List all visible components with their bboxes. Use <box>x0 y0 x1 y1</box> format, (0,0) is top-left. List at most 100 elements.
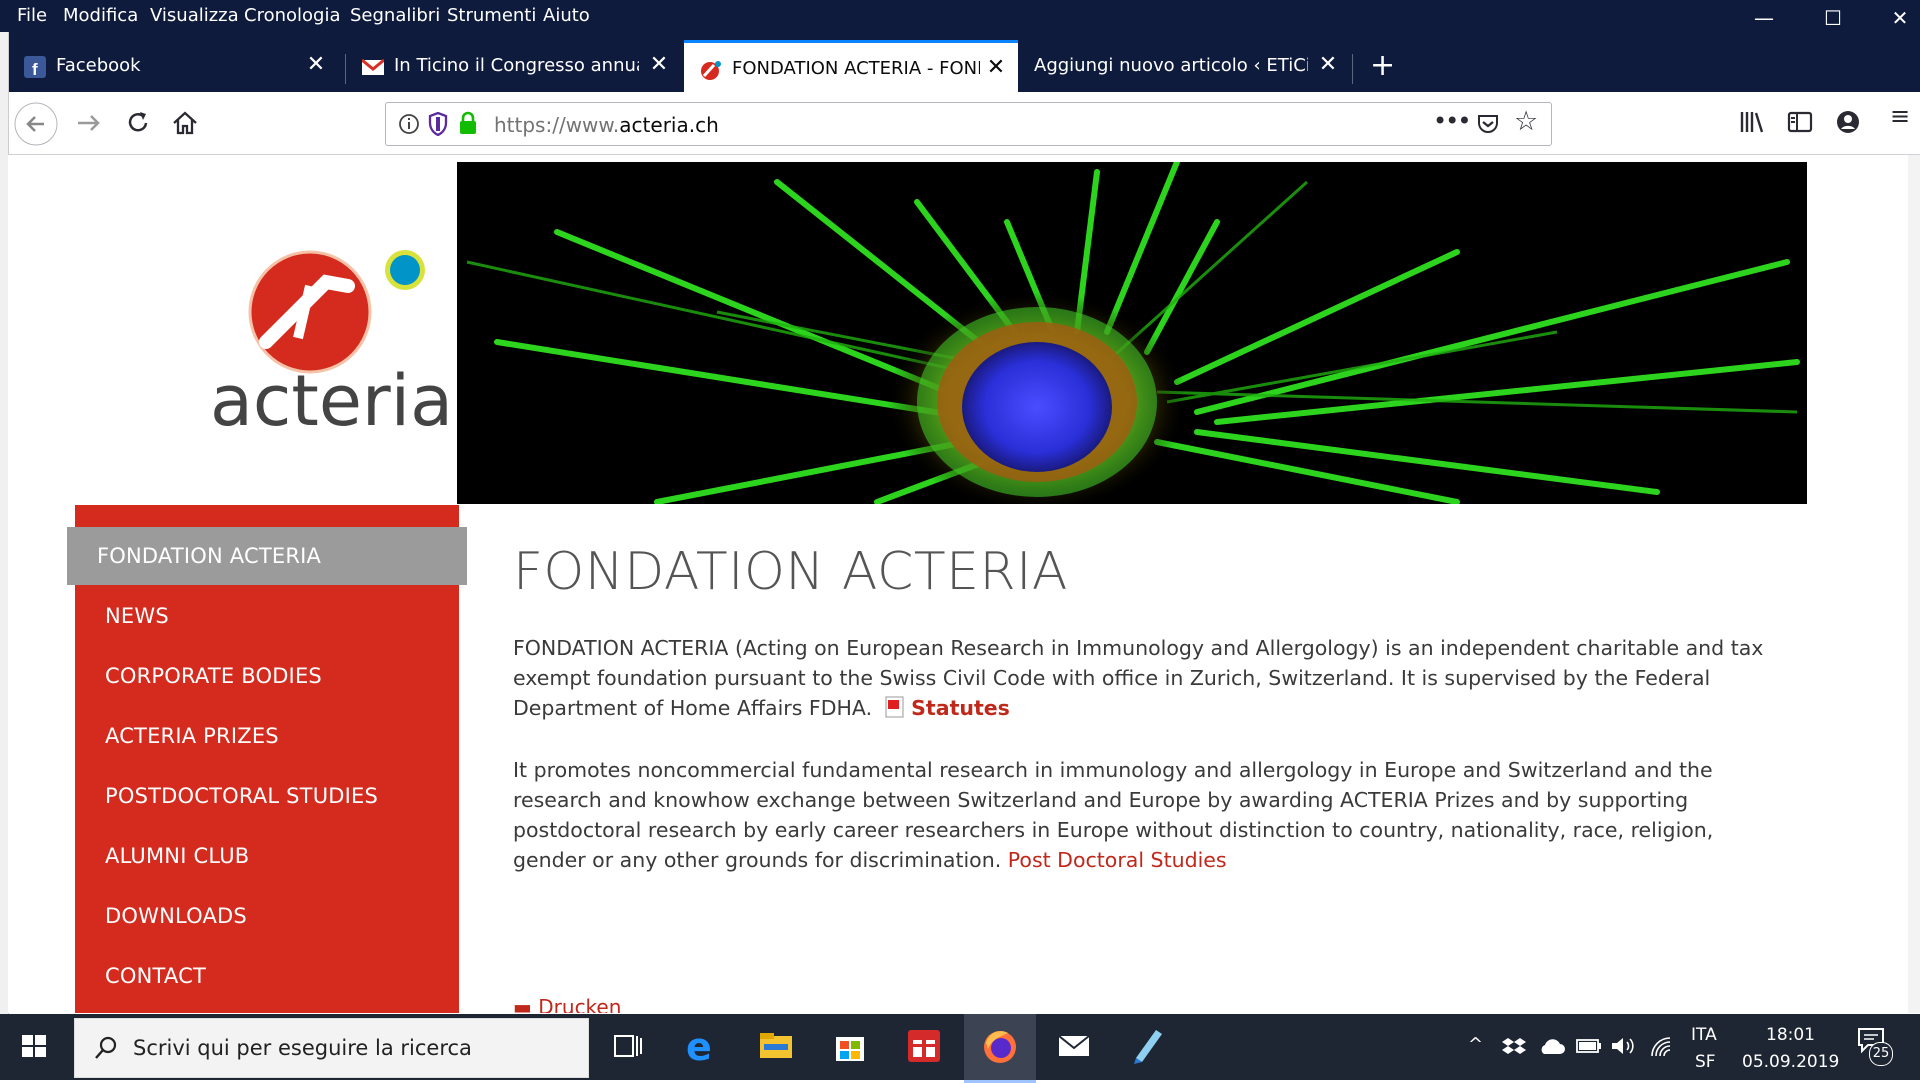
sidebar-item-label: FONDATION ACTERIA <box>97 544 322 568</box>
clock-time[interactable]: 18:01 <box>1766 1025 1815 1045</box>
library-icon[interactable] <box>1738 108 1766 136</box>
sidebar-item-alumni-club[interactable]: ALUMNI CLUB <box>105 844 249 868</box>
menu-modifica[interactable]: Modifica <box>63 5 138 26</box>
wifi-icon[interactable] <box>1648 1034 1674 1058</box>
minimize-button[interactable]: — <box>1744 6 1784 30</box>
search-icon <box>95 1036 117 1059</box>
home-icon[interactable] <box>170 108 200 138</box>
banner-cell-image <box>457 162 1807 504</box>
close-tab-icon[interactable]: ✕ <box>984 55 1008 80</box>
intro-paragraph: FONDATION ACTERIA (Acting on European Re… <box>513 633 1778 723</box>
close-window-button[interactable]: ✕ <box>1880 6 1920 30</box>
menu-bar: File Modifica Visualizza Cronologia Segn… <box>0 0 1920 32</box>
acteria-logo[interactable]: acteria <box>198 230 458 442</box>
microsoft-store-icon[interactable] <box>828 1024 872 1068</box>
search-placeholder: Scrivi qui per eseguire la ricerca <box>133 1036 472 1060</box>
gmail-icon <box>362 58 384 75</box>
url-text[interactable]: https://www.acteria.ch <box>494 113 719 137</box>
menu-file[interactable]: File <box>17 5 47 26</box>
tab-gmail[interactable]: In Ticino il Congresso annuale d ✕ <box>346 40 681 92</box>
volume-icon[interactable] <box>1610 1034 1636 1058</box>
navigation-toolbar: https://www.acteria.ch ••• ☆ ≡ <box>0 92 1920 155</box>
lock-icon <box>460 111 476 134</box>
gift-app-icon[interactable] <box>902 1024 946 1068</box>
input-language[interactable]: ITA <box>1691 1025 1717 1045</box>
url-bar[interactable]: https://www.acteria.ch ••• ☆ <box>385 102 1552 146</box>
new-tab-button[interactable]: + <box>1370 48 1395 83</box>
tab-label: Facebook <box>56 55 141 76</box>
tab-separator <box>1352 54 1353 84</box>
reload-icon[interactable] <box>123 108 153 138</box>
sidebar-item-contact[interactable]: CONTACT <box>105 964 206 988</box>
sidebar-item-downloads[interactable]: DOWNLOADS <box>105 904 247 928</box>
menu-aiuto[interactable]: Aiuto <box>543 5 590 26</box>
sidebar-item-fondation-acteria[interactable]: FONDATION ACTERIA <box>67 527 467 585</box>
taskbar-search-box[interactable]: Scrivi qui per eseguire la ricerca <box>74 1018 589 1078</box>
statutes-link[interactable]: Statutes <box>911 696 1010 720</box>
clock-date[interactable]: 05.09.2019 <box>1742 1052 1839 1072</box>
acteria-logo-mark: acteria <box>210 250 453 442</box>
tab-label: Aggiungi nuovo articolo ‹ ETiCinfor <box>1034 55 1308 76</box>
sidebar-item-corporate-bodies[interactable]: CORPORATE BODIES <box>105 664 322 688</box>
page-title: FONDATION ACTERIA <box>513 542 1068 602</box>
account-icon[interactable] <box>1834 108 1862 136</box>
file-explorer-icon[interactable] <box>754 1024 798 1068</box>
svg-text:f: f <box>32 60 38 78</box>
forward-button[interactable] <box>74 108 104 138</box>
web-page: acteria FONDATION ACTERIA NEWS CORPORATE… <box>8 155 1908 1013</box>
facebook-icon: f <box>24 56 46 78</box>
close-tab-icon[interactable]: ✕ <box>1316 52 1340 77</box>
post-doctoral-studies-link[interactable]: Post Doctoral Studies <box>1008 848 1227 872</box>
battery-icon[interactable] <box>1576 1038 1602 1054</box>
firefox-icon <box>984 1031 1016 1063</box>
hamburger-menu-icon[interactable]: ≡ <box>1890 102 1910 130</box>
tab-facebook[interactable]: f Facebook ✕ <box>8 40 338 92</box>
sidebar-toggle-icon[interactable] <box>1786 108 1814 136</box>
edge-browser-icon[interactable]: e <box>680 1024 724 1068</box>
tab-label: FONDATION ACTERIA - FONDA <box>732 58 980 79</box>
sidebar-item-acteria-prizes[interactable]: ACTERIA PRIZES <box>105 724 279 748</box>
windows-start-icon[interactable] <box>14 1026 54 1066</box>
tab-wordpress[interactable]: Aggiungi nuovo articolo ‹ ETiCinfor ✕ <box>1020 40 1350 92</box>
sidebar-item-news[interactable]: NEWS <box>105 604 169 628</box>
svg-text:e: e <box>686 1025 712 1068</box>
tab-acteria[interactable]: FONDATION ACTERIA - FONDA ✕ <box>684 40 1018 95</box>
mail-app-icon[interactable] <box>1052 1024 1096 1068</box>
bookmark-star-icon[interactable]: ☆ <box>1514 106 1538 137</box>
print-label: Drucken <box>538 995 622 1013</box>
page-scrollbar[interactable] <box>1908 155 1920 1013</box>
mission-paragraph: It promotes noncommercial fundamental re… <box>513 755 1778 875</box>
menu-visualizza[interactable]: Visualizza <box>150 5 239 26</box>
svg-text:acteria: acteria <box>210 360 453 430</box>
back-button[interactable] <box>14 102 58 146</box>
onedrive-cloud-icon[interactable] <box>1538 1036 1566 1056</box>
keyboard-layout[interactable]: SF <box>1695 1052 1716 1072</box>
task-view-icon[interactable] <box>606 1024 650 1068</box>
pdf-icon <box>885 696 904 718</box>
intro-text: FONDATION ACTERIA (Acting on European Re… <box>513 636 1764 720</box>
print-link[interactable]: ▬ Drucken <box>513 995 621 1013</box>
show-hidden-icons-chevron[interactable]: ^ <box>1468 1034 1483 1055</box>
sidebar-nav: FONDATION ACTERIA NEWS CORPORATE BODIES … <box>67 505 467 1013</box>
menu-segnalibri[interactable]: Segnalibri <box>350 5 440 26</box>
tab-label: In Ticino il Congresso annuale d <box>394 55 639 76</box>
action-center-button[interactable]: 25 <box>1856 1026 1893 1066</box>
page-actions-icon[interactable]: ••• <box>1433 107 1471 135</box>
notes-app-icon[interactable] <box>1126 1024 1170 1068</box>
info-icon[interactable] <box>398 113 420 135</box>
menu-strumenti[interactable]: Strumenti <box>447 5 536 26</box>
windows-taskbar: Scrivi qui per eseguire la ricerca e ^ I… <box>0 1014 1920 1083</box>
tracking-shield-icon[interactable] <box>428 112 448 136</box>
pocket-icon[interactable] <box>1476 112 1500 136</box>
acteria-favicon <box>701 61 721 80</box>
printer-icon: ▬ <box>513 995 532 1013</box>
notification-count-badge: 25 <box>1869 1042 1893 1066</box>
dropbox-icon[interactable] <box>1502 1036 1526 1058</box>
menu-cronologia[interactable]: Cronologia <box>244 5 340 26</box>
sidebar-item-postdoctoral-studies[interactable]: POSTDOCTORAL STUDIES <box>105 784 378 808</box>
tab-strip: f Facebook ✕ In Ticino il Congresso annu… <box>0 32 1920 95</box>
close-tab-icon[interactable]: ✕ <box>304 52 328 77</box>
close-tab-icon[interactable]: ✕ <box>647 52 671 77</box>
firefox-taskbar-button[interactable] <box>964 1014 1036 1083</box>
maximize-button[interactable]: ☐ <box>1813 6 1853 30</box>
